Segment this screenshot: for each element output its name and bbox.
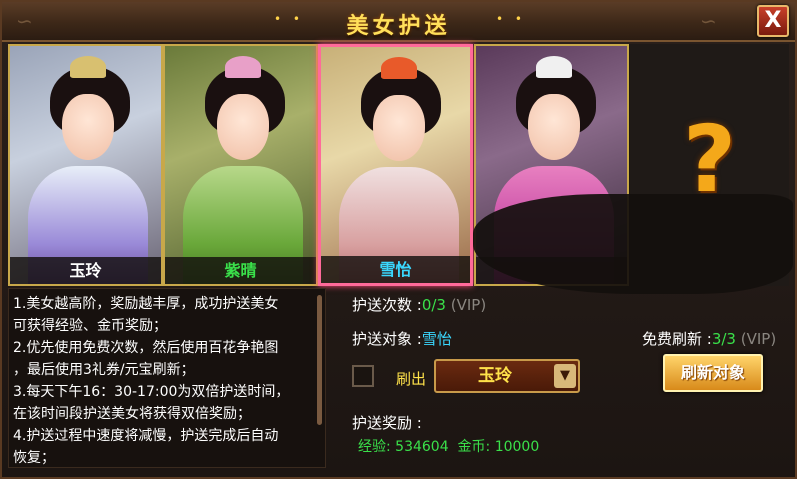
gold-value: 10000 xyxy=(494,439,540,455)
portrait-strip: 玉玲 紫晴 雪怡 ? xyxy=(8,44,793,294)
escort-count-label: 护送次数 : xyxy=(352,296,422,314)
escort-target-label: 护送对象 : xyxy=(352,330,422,348)
free-refresh-vip: (VIP) xyxy=(740,330,777,348)
rules-line: 1.美女越高阶，奖励越丰厚，成功护送美女 xyxy=(13,296,279,312)
portrait-name: 玉玲 xyxy=(10,257,161,284)
close-button[interactable]: X xyxy=(757,5,789,37)
portrait-name: 紫晴 xyxy=(165,257,316,284)
rules-line: 3.每天下午16：30-17:00为双倍护送时间， xyxy=(13,384,290,400)
portrait-card-2[interactable]: 紫晴 xyxy=(163,44,318,286)
brush-target-select[interactable]: 玉玲 ▼ xyxy=(434,359,580,393)
portrait-image xyxy=(10,46,161,284)
reward-values-row: 经验: 534604 金币: 10000 xyxy=(358,436,539,456)
escort-window: ∽ • • 美女护送 • • ∽ X 玉玲 紫晴 雪怡 ? 1.美女越高阶，奖励… xyxy=(0,0,797,479)
title-bar: ∽ • • 美女护送 • • ∽ X xyxy=(2,2,795,42)
escort-count-vip: (VIP) xyxy=(450,296,487,314)
portrait-card-1[interactable]: 玉玲 xyxy=(8,44,163,286)
chevron-down-icon[interactable]: ▼ xyxy=(554,364,576,388)
portrait-name: 雪怡 xyxy=(321,256,470,283)
escort-count-row: 护送次数 :0/3 (VIP) xyxy=(352,294,486,315)
auto-brush-checkbox[interactable] xyxy=(352,365,374,387)
brush-target-value: 玉玲 xyxy=(478,366,512,386)
free-refresh-value: 3/3 xyxy=(711,330,736,348)
free-refresh-label: 免费刷新 : xyxy=(642,330,712,348)
window-title: 美女护送 xyxy=(346,14,451,39)
brush-label: 刷出 xyxy=(396,370,427,388)
decorative-shadow xyxy=(473,194,793,294)
gold-label: 金币: xyxy=(457,439,491,455)
free-refresh-row: 免费刷新 :3/3 (VIP) xyxy=(642,328,776,349)
rules-line: 可获得经验、金币奖励； xyxy=(13,318,167,334)
exp-value: 534604 xyxy=(395,439,449,455)
portrait-image xyxy=(321,47,470,283)
rules-line: 2.优先使用免费次数，然后使用百花争艳图 xyxy=(13,340,279,356)
escort-target-value: 雪怡 xyxy=(421,330,452,348)
swirl-ornament-icon: ∽ xyxy=(700,9,717,33)
escort-target-row: 护送对象 :雪怡 xyxy=(352,328,452,349)
portrait-card-3-selected[interactable]: 雪怡 xyxy=(318,44,473,286)
rules-line: ，最后使用3礼券/元宝刷新； xyxy=(13,362,195,378)
exp-label: 经验: xyxy=(358,439,391,455)
rules-scrollbar[interactable] xyxy=(317,295,322,425)
reward-label: 护送奖励 : xyxy=(352,414,422,432)
rules-line: 4.护送过程中速度将减慢，护送完成后自动 xyxy=(13,428,279,444)
rules-line: 恢复； xyxy=(13,450,55,466)
refresh-target-button[interactable]: 刷新对象 xyxy=(663,354,763,392)
title-ornament-right: • • xyxy=(496,12,526,26)
rules-text: 1.美女越高阶，奖励越丰厚，成功护送美女 可获得经验、金币奖励； 2.优先使用免… xyxy=(13,293,313,467)
escort-count-value: 0/3 xyxy=(421,296,446,314)
rules-line: 在该时间段护送美女将获得双倍奖励； xyxy=(13,406,251,422)
rules-description-box[interactable]: 1.美女越高阶，奖励越丰厚，成功护送美女 可获得经验、金币奖励； 2.优先使用免… xyxy=(8,288,326,468)
portrait-image xyxy=(165,46,316,284)
